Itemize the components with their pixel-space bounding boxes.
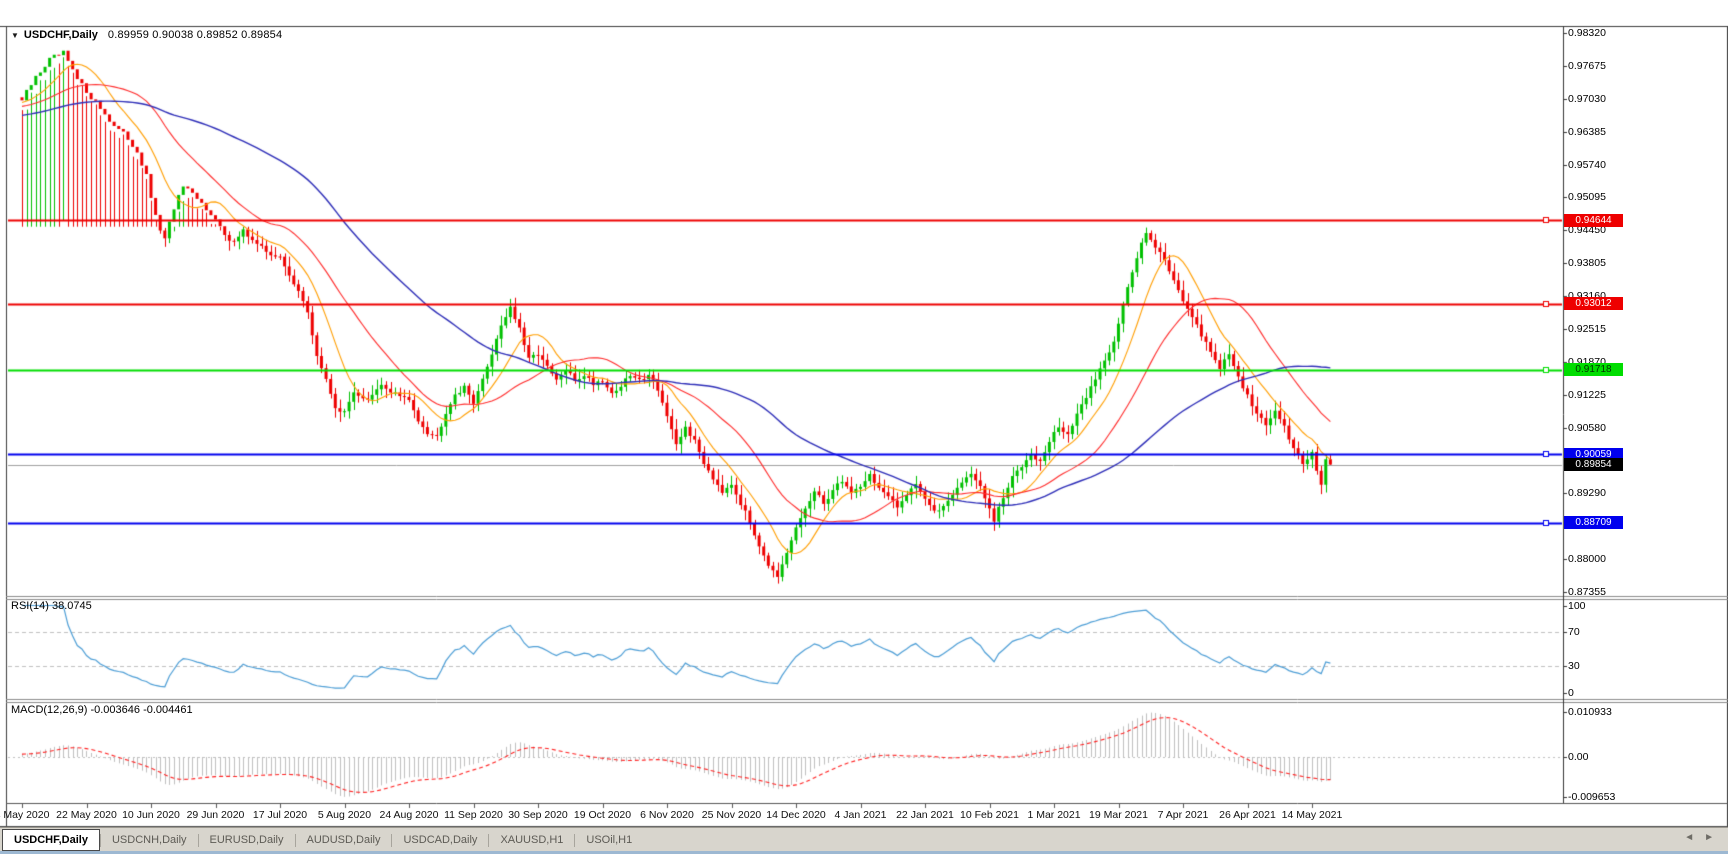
date-tick-label: 5 Aug 2020 bbox=[318, 809, 371, 821]
macd-tick-label: 0.00 bbox=[1568, 751, 1588, 763]
price-tick-label: 0.97030 bbox=[1568, 93, 1606, 105]
price-tick-label: 0.92515 bbox=[1568, 323, 1606, 335]
hline-price-badge: 0.88709 bbox=[1564, 516, 1623, 529]
macd-indicator-label: MACD(12,26,9) -0.003646 -0.004461 bbox=[11, 704, 193, 716]
date-tick-label: 1 Mar 2021 bbox=[1027, 809, 1080, 821]
price-tick-label: 0.93805 bbox=[1568, 257, 1606, 269]
current-price-badge: 0.89854 bbox=[1564, 458, 1623, 471]
price-tick-label: 0.96385 bbox=[1568, 126, 1606, 138]
chart-tab-bar: USDCHF,DailyUSDCNH,DailyEURUSD,DailyAUDU… bbox=[0, 827, 1728, 852]
date-tick-label: 14 May 2021 bbox=[1282, 809, 1343, 821]
date-tick-label: 11 Sep 2020 bbox=[444, 809, 503, 821]
price-tick-label: 0.88000 bbox=[1568, 553, 1606, 565]
date-tick-label: 26 Apr 2021 bbox=[1219, 809, 1276, 821]
date-tick-label: 22 May 2020 bbox=[56, 809, 117, 821]
tab-eurusd[interactable]: EURUSD,Daily bbox=[199, 830, 295, 850]
tab-usoil[interactable]: USOil,H1 bbox=[575, 830, 643, 850]
tab-usdcad[interactable]: USDCAD,Daily bbox=[392, 830, 488, 850]
rsi-tick-label: 100 bbox=[1568, 600, 1586, 612]
price-tick-label: 0.95095 bbox=[1568, 191, 1606, 203]
tab-scroll-right-icon[interactable]: ► bbox=[1704, 832, 1714, 843]
price-tick-label: 0.89290 bbox=[1568, 487, 1606, 499]
date-tick-label: 10 Jun 2020 bbox=[122, 809, 180, 821]
price-tick-label: 0.95740 bbox=[1568, 159, 1606, 171]
date-tick-label: 6 Nov 2020 bbox=[640, 809, 694, 821]
tab-usdchf[interactable]: USDCHF,Daily bbox=[2, 829, 100, 851]
date-tick-label: 14 Dec 2020 bbox=[766, 809, 826, 821]
symbol-dropdown-icon[interactable]: ▼ bbox=[11, 31, 19, 40]
hline-price-badge: 0.94644 bbox=[1564, 214, 1623, 227]
hline-price-badge: 0.91718 bbox=[1564, 363, 1623, 376]
tab-scroll-left-icon[interactable]: ◄ bbox=[1684, 832, 1694, 843]
date-tick-label: 10 Feb 2021 bbox=[960, 809, 1019, 821]
chart-canvas[interactable] bbox=[0, 0, 1728, 854]
macd-tick-label: -0.009653 bbox=[1568, 791, 1615, 803]
price-tick-label: 0.90580 bbox=[1568, 422, 1606, 434]
price-tick-label: 0.97675 bbox=[1568, 60, 1606, 72]
date-tick-label: 4 Jan 2021 bbox=[835, 809, 887, 821]
rsi-indicator-label: RSI(14) 38.0745 bbox=[11, 600, 92, 612]
price-tick-label: 0.91225 bbox=[1568, 389, 1606, 401]
chart-ohlc-values: 0.89959 0.90038 0.89852 0.89854 bbox=[108, 29, 282, 41]
date-tick-label: 22 Jan 2021 bbox=[896, 809, 954, 821]
chart-symbol-label: USDCHF,Daily bbox=[24, 29, 98, 41]
price-tick-label: 0.98320 bbox=[1568, 27, 1606, 39]
rsi-tick-label: 30 bbox=[1568, 660, 1580, 672]
tab-usdcnh[interactable]: USDCNH,Daily bbox=[101, 830, 198, 850]
chart-tabs: USDCHF,DailyUSDCNH,DailyEURUSD,DailyAUDU… bbox=[0, 829, 643, 851]
tab-audusd[interactable]: AUDUSD,Daily bbox=[296, 830, 392, 850]
macd-tick-label: 0.010933 bbox=[1568, 706, 1612, 718]
date-tick-label: 24 Aug 2020 bbox=[380, 809, 439, 821]
rsi-tick-label: 70 bbox=[1568, 626, 1580, 638]
date-tick-label: 4 May 2020 bbox=[0, 809, 49, 821]
date-tick-label: 19 Oct 2020 bbox=[574, 809, 631, 821]
date-tick-label: 7 Apr 2021 bbox=[1158, 809, 1209, 821]
chart-title-row: ▼ USDCHF,Daily 0.89959 0.90038 0.89852 0… bbox=[11, 29, 282, 41]
hline-price-badge: 0.93012 bbox=[1564, 297, 1623, 310]
tab-xauusd[interactable]: XAUUSD,H1 bbox=[489, 830, 574, 850]
date-tick-label: 30 Sep 2020 bbox=[508, 809, 568, 821]
date-tick-label: 17 Jul 2020 bbox=[253, 809, 307, 821]
date-tick-label: 29 Jun 2020 bbox=[187, 809, 245, 821]
date-tick-label: 25 Nov 2020 bbox=[702, 809, 762, 821]
date-tick-label: 19 Mar 2021 bbox=[1089, 809, 1148, 821]
rsi-tick-label: 0 bbox=[1568, 687, 1574, 699]
price-tick-label: 0.87355 bbox=[1568, 586, 1606, 598]
